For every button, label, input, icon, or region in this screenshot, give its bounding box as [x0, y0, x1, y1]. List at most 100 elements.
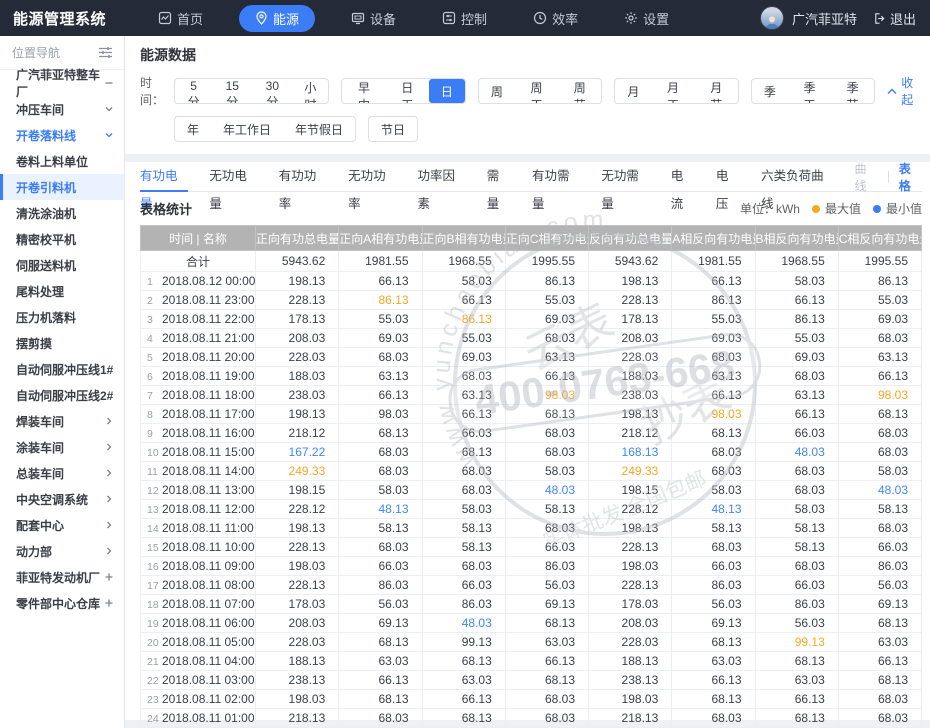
- tab-无功功率[interactable]: 无功功率: [348, 162, 396, 192]
- value-cell: 55.03: [505, 291, 588, 310]
- username: 广汽菲亚特: [792, 9, 857, 28]
- filter-button-季工作日[interactable]: 季工作日: [788, 79, 831, 103]
- row-number: 23: [145, 694, 162, 706]
- sidebar-item-卷料上料单位[interactable]: 卷料上料单位: [0, 148, 124, 174]
- nav-item-首页[interactable]: 首页: [148, 5, 213, 32]
- value-cell: 68.13: [505, 405, 588, 424]
- tab-有功需量[interactable]: 有功需量: [532, 162, 580, 192]
- sidebar-item-零件部中心仓库[interactable]: 零件部中心仓库: [0, 590, 124, 616]
- tab-无功需量[interactable]: 无功需量: [601, 162, 649, 192]
- sidebar-item-开卷引料机[interactable]: 开卷引料机: [0, 174, 124, 200]
- sidebar-item-动力部[interactable]: 动力部: [0, 538, 124, 564]
- nav-item-设置[interactable]: 设置: [614, 5, 679, 32]
- tab-功率因素[interactable]: 功率因素: [417, 162, 465, 192]
- table-row: 52018.08.11 20:00228.0368.0369.0363.1322…: [141, 348, 922, 367]
- view-table-button[interactable]: 表格: [899, 160, 922, 194]
- filter-button-月[interactable]: 月: [615, 79, 651, 103]
- time-cell: 122018.08.11 13:00: [141, 481, 256, 500]
- tab-电流[interactable]: 电流: [671, 162, 695, 192]
- sidebar-item-菲亚特发动机厂[interactable]: 菲亚特发动机厂: [0, 564, 124, 590]
- tab-需量[interactable]: 需量: [487, 162, 511, 192]
- sidebar-item-尾料处理[interactable]: 尾料处理: [0, 278, 124, 304]
- filter-button-周节假日[interactable]: 周节假日: [558, 79, 601, 103]
- filter-button-季节假日[interactable]: 季节假日: [831, 79, 874, 103]
- filter-button-日工作时[interactable]: 日工作时: [386, 79, 429, 103]
- sidebar-item-总装车间[interactable]: 总装车间: [0, 460, 124, 486]
- filter-button-早中晚班[interactable]: 早中晚班: [342, 79, 385, 103]
- value-cell: 198.03: [589, 690, 672, 709]
- sidebar-item-涂装车间[interactable]: 涂装车间: [0, 434, 124, 460]
- value-cell: 198.13: [256, 519, 339, 538]
- logout-button[interactable]: 退出: [873, 9, 916, 28]
- filter-icon[interactable]: [99, 47, 112, 58]
- time-cell: 152018.08.11 10:00: [141, 538, 256, 557]
- filter-button-年节假日[interactable]: 年节假日: [283, 117, 355, 141]
- sidebar-item-配套中心[interactable]: 配套中心: [0, 512, 124, 538]
- value-cell: 68.03: [422, 462, 505, 481]
- collapse-link[interactable]: 收起: [887, 74, 914, 108]
- table-row: 102018.08.11 15:00167.2268.0368.1368.031…: [141, 443, 922, 462]
- value-cell: 66.03: [755, 424, 838, 443]
- filter-button-年[interactable]: 年: [175, 117, 211, 141]
- time-cell: 132018.08.11 12:00: [141, 500, 256, 519]
- nav-item-设备[interactable]: 设备: [341, 5, 406, 32]
- sidebar-item-自动伺服冲压线2#[interactable]: 自动伺服冲压线2#: [0, 382, 124, 408]
- filter-group: 周周工作日周节假日: [478, 78, 602, 104]
- sidebar-item-冲压车间[interactable]: 冲压车间: [0, 96, 124, 122]
- legend-max: 最大值: [812, 200, 861, 217]
- value-cell: 63.03: [755, 671, 838, 690]
- filter-button-节日[interactable]: 节日: [369, 117, 417, 141]
- sidebar-item-伺服送料机[interactable]: 伺服送料机: [0, 252, 124, 278]
- tabs-bar: 有功电量无功电量有功功率无功功率功率因素需量有功需量无功需量电流电压六类负荷曲线…: [140, 162, 922, 192]
- nav-item-控制[interactable]: 控制: [432, 5, 497, 32]
- filter-button-15分钟[interactable]: 15分钟: [212, 79, 252, 103]
- table-row: 142018.08.11 11:00198.1358.1358.1368.031…: [141, 519, 922, 538]
- tab-有功功率[interactable]: 有功功率: [279, 162, 327, 192]
- tab-有功电量[interactable]: 有功电量: [140, 162, 188, 192]
- filter-button-周工作日[interactable]: 周工作日: [515, 79, 558, 103]
- sidebar-item-中央空调系统[interactable]: 中央空调系统: [0, 486, 124, 512]
- avatar[interactable]: [760, 6, 784, 30]
- filter-button-5分钟[interactable]: 5分钟: [175, 79, 212, 103]
- value-cell: 86.13: [339, 291, 422, 310]
- nav-item-能源[interactable]: 能源: [239, 5, 315, 32]
- view-curve-button[interactable]: 曲线: [855, 160, 878, 194]
- value-cell: 188.03: [589, 367, 672, 386]
- time-cell: 222018.08.11 03:00: [141, 671, 256, 690]
- filter-button-小时[interactable]: 小时: [292, 79, 328, 103]
- value-cell: 48.03: [422, 614, 505, 633]
- nav-item-效率[interactable]: 效率: [523, 5, 588, 32]
- filter-button-年工作日[interactable]: 年工作日: [211, 117, 283, 141]
- filter-group: 月月工作日月节假日: [614, 78, 738, 104]
- value-cell: 66.13: [838, 652, 921, 671]
- filter-button-月工作日[interactable]: 月工作日: [651, 79, 694, 103]
- filter-button-月节假日[interactable]: 月节假日: [695, 79, 738, 103]
- tab-无功电量[interactable]: 无功电量: [209, 162, 257, 192]
- value-cell: 86.13: [838, 272, 921, 291]
- value-cell: 99.13: [422, 633, 505, 652]
- row-number: 21: [145, 656, 162, 668]
- total-cell: 5943.62: [589, 251, 672, 272]
- value-cell: 228.12: [256, 500, 339, 519]
- sidebar-item-自动伺服冲压线1#[interactable]: 自动伺服冲压线1#: [0, 356, 124, 382]
- sidebar-item-压力机落料[interactable]: 压力机落料: [0, 304, 124, 330]
- value-cell: 198.03: [256, 690, 339, 709]
- sidebar-item-精密校平机[interactable]: 精密校平机: [0, 226, 124, 252]
- value-cell: 63.03: [505, 633, 588, 652]
- sidebar-item-开卷落料线[interactable]: 开卷落料线: [0, 122, 124, 148]
- tab-六类负荷曲线[interactable]: 六类负荷曲线: [761, 162, 834, 192]
- filter-button-季[interactable]: 季: [752, 79, 788, 103]
- value-cell: 58.03: [422, 272, 505, 291]
- sidebar-item-摆剪摸[interactable]: 摆剪摸: [0, 330, 124, 356]
- value-cell: 63.03: [838, 633, 921, 652]
- legend-min: 最小值: [873, 200, 922, 217]
- tab-电压[interactable]: 电压: [716, 162, 740, 192]
- sidebar-item-清洗涂油机[interactable]: 清洗涂油机: [0, 200, 124, 226]
- filter-button-日[interactable]: 日: [429, 79, 465, 103]
- value-cell: 68.03: [505, 424, 588, 443]
- sidebar-item-广汽菲亚特整车厂[interactable]: 广汽菲亚特整车厂: [0, 70, 124, 96]
- filter-button-30分钟[interactable]: 30分钟: [252, 79, 292, 103]
- value-cell: 68.03: [672, 462, 755, 481]
- sidebar-item-焊装车间[interactable]: 焊装车间: [0, 408, 124, 434]
- filter-button-周[interactable]: 周: [479, 79, 515, 103]
